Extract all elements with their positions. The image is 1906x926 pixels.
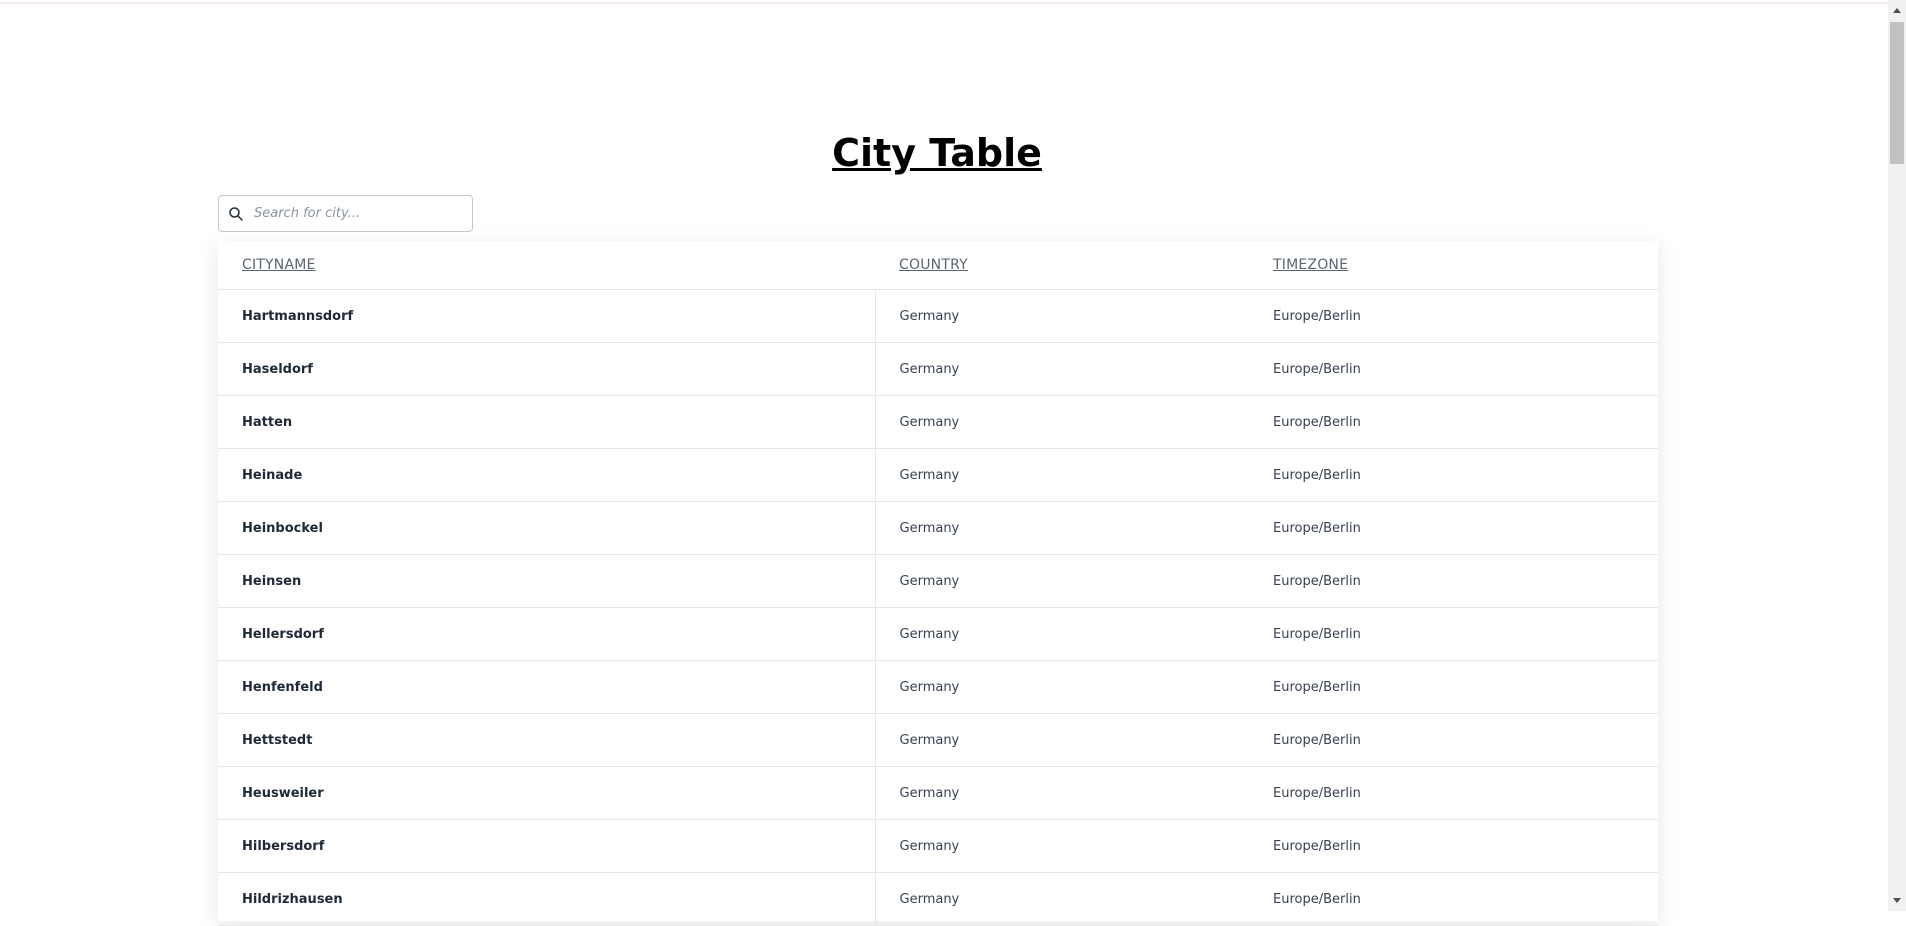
cell-timezone: Europe/Berlin: [1249, 660, 1658, 714]
cell-timezone: Europe/Berlin: [1249, 554, 1658, 608]
cell-country: Germany: [875, 819, 1249, 873]
table-row[interactable]: Henfenfeld Germany Europe/Berlin: [218, 660, 1658, 714]
cell-country: Germany: [875, 289, 1249, 343]
cell-timezone: Europe/Berlin: [1249, 607, 1658, 661]
table-body: Hartmannsdorf Germany Europe/Berlin Haseldo…: [218, 289, 1658, 926]
cell-cityname: Henfenfeld: [218, 660, 876, 714]
table-row[interactable]: Heinade Germany Europe/Berlin: [218, 448, 1658, 502]
table-row[interactable]: Heinbockel Germany Europe/Berlin: [218, 501, 1658, 555]
cell-timezone: Europe/Berlin: [1249, 395, 1658, 449]
cell-timezone: Europe/Berlin: [1249, 766, 1658, 820]
cell-cityname: Hellersdorf: [218, 607, 876, 661]
search-input[interactable]: [254, 206, 472, 221]
column-header-cityname[interactable]: CITYNAME: [218, 241, 875, 290]
cell-timezone: Europe/Berlin: [1249, 501, 1658, 555]
search-icon: [228, 206, 244, 222]
cell-cityname: Heinbockel: [218, 501, 876, 555]
cell-timezone: Europe/Berlin: [1249, 448, 1658, 502]
cell-country: Germany: [875, 395, 1249, 449]
cell-country: Germany: [875, 607, 1249, 661]
table-row[interactable]: Hildrizhausen Germany Europe/Berlin: [218, 872, 1658, 926]
cell-timezone: Europe/Berlin: [1249, 289, 1658, 343]
vertical-scrollbar[interactable]: [1888, 0, 1906, 911]
table-row[interactable]: Hettstedt Germany Europe/Berlin: [218, 713, 1658, 767]
cell-country: Germany: [875, 342, 1249, 396]
cell-cityname: Hilbersdorf: [218, 819, 876, 873]
cell-country: Germany: [875, 713, 1249, 767]
table-header-row: CITYNAME COUNTRY TIMEZONE: [218, 241, 1658, 290]
cell-country: Germany: [875, 660, 1249, 714]
cell-country: Germany: [875, 766, 1249, 820]
top-divider: [0, 2, 1888, 4]
cell-country: Germany: [875, 448, 1249, 502]
table-row[interactable]: Heusweiler Germany Europe/Berlin: [218, 766, 1658, 820]
cell-timezone: Europe/Berlin: [1249, 872, 1658, 926]
table-row[interactable]: Hilbersdorf Germany Europe/Berlin: [218, 819, 1658, 873]
cell-country: Germany: [875, 872, 1249, 926]
scroll-thumb[interactable]: [1890, 22, 1904, 164]
cell-cityname: Hildrizhausen: [218, 872, 876, 926]
cell-cityname: Heinsen: [218, 554, 876, 608]
cell-cityname: Haseldorf: [218, 342, 876, 396]
table-row[interactable]: Hellersdorf Germany Europe/Berlin: [218, 607, 1658, 661]
city-table: CITYNAME COUNTRY TIMEZONE Hartmannsdorf G…: [218, 241, 1658, 926]
page: City Table CITYNAME COUNTRY TIMEZONE Har…: [0, 0, 1888, 926]
cell-cityname: Heusweiler: [218, 766, 876, 820]
search-box[interactable]: [218, 195, 473, 232]
cell-cityname: Hartmannsdorf: [218, 289, 876, 343]
column-header-country[interactable]: COUNTRY: [875, 241, 1249, 290]
cell-country: Germany: [875, 554, 1249, 608]
table-row[interactable]: Haseldorf Germany Europe/Berlin: [218, 342, 1658, 396]
cell-timezone: Europe/Berlin: [1249, 342, 1658, 396]
cell-country: Germany: [875, 501, 1249, 555]
city-table-container: CITYNAME COUNTRY TIMEZONE Hartmannsdorf G…: [218, 241, 1658, 926]
table-row[interactable]: Hartmannsdorf Germany Europe/Berlin: [218, 289, 1658, 343]
table-row[interactable]: Heinsen Germany Europe/Berlin: [218, 554, 1658, 608]
cell-cityname: Hettstedt: [218, 713, 876, 767]
scroll-up-arrow-icon[interactable]: [1893, 8, 1901, 13]
table-row[interactable]: Hatten Germany Europe/Berlin: [218, 395, 1658, 449]
scroll-down-arrow-icon[interactable]: [1893, 898, 1901, 903]
column-header-timezone[interactable]: TIMEZONE: [1249, 241, 1658, 290]
cell-timezone: Europe/Berlin: [1249, 819, 1658, 873]
page-title: City Table: [832, 131, 1042, 175]
cell-cityname: Hatten: [218, 395, 876, 449]
cell-timezone: Europe/Berlin: [1249, 713, 1658, 767]
cell-cityname: Heinade: [218, 448, 876, 502]
